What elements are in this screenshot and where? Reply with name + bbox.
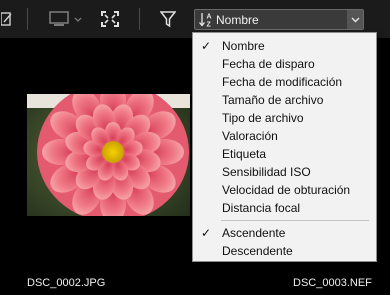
chevron-down-icon[interactable] — [347, 10, 363, 29]
edit-icon[interactable] — [0, 6, 14, 32]
menu-item-tipo-archivo[interactable]: Tipo de archivo — [193, 109, 376, 127]
menu-item-label: Tamaño de archivo — [222, 93, 324, 107]
menu-item-label: Fecha de modificación — [222, 75, 343, 89]
menu-item-fecha-modificacion[interactable]: Fecha de modificación — [193, 73, 376, 91]
fullscreen-icon[interactable] — [98, 6, 122, 32]
menu-item-sensibilidad-iso[interactable]: Sensibilidad ISO — [193, 163, 376, 181]
svg-text:A: A — [207, 14, 212, 21]
menu-item-label: Nombre — [222, 39, 265, 53]
menu-item-etiqueta[interactable]: Etiqueta — [193, 145, 376, 163]
menu-item-label: Tipo de archivo — [222, 111, 304, 125]
menu-item-label: Etiqueta — [222, 147, 267, 161]
menu-item-distancia-focal[interactable]: Distancia focal — [193, 199, 376, 217]
menu-item-tamano-archivo[interactable]: Tamaño de archivo — [193, 91, 376, 109]
checkmark-icon: ✓ — [201, 39, 212, 53]
menu-item-label: Valoración — [222, 129, 278, 143]
menu-item-label: Sensibilidad ISO — [222, 165, 311, 179]
menu-item-fecha-disparo[interactable]: Fecha de disparo — [193, 55, 376, 73]
menu-item-ascendente[interactable]: ✓ Ascendente — [193, 224, 376, 242]
thumbnail-image[interactable] — [27, 94, 190, 216]
sort-combo-value: Nombre — [216, 13, 259, 27]
sort-combo[interactable]: A Z Nombre — [194, 9, 364, 30]
svg-text:Z: Z — [207, 22, 212, 29]
menu-item-label: Descendente — [222, 244, 293, 258]
viewer-window: A Z Nombre DSC_0002.JPG DSC_0003.NEF ✓ N… — [0, 0, 390, 295]
thumbnail-filename: DSC_0003.NEF — [293, 277, 372, 289]
sort-az-icon: A Z — [198, 11, 214, 29]
menu-item-label: Velocidad de obturación — [222, 183, 351, 197]
sort-menu: ✓ Nombre Fecha de disparo Fecha de modif… — [192, 32, 377, 262]
menu-item-label: Ascendente — [222, 226, 286, 240]
menu-item-nombre[interactable]: ✓ Nombre — [193, 37, 376, 55]
toolbar-separator — [139, 8, 140, 30]
menu-item-velocidad-obturacion[interactable]: Velocidad de obturación — [193, 181, 376, 199]
menu-item-descendente[interactable]: Descendente — [193, 242, 376, 260]
menu-separator — [221, 220, 369, 221]
toolbar-separator — [27, 8, 28, 30]
monitor-icon[interactable] — [46, 6, 86, 32]
menu-item-valoracion[interactable]: Valoración — [193, 127, 376, 145]
thumbnail-filename: DSC_0002.JPG — [27, 277, 106, 289]
menu-item-label: Fecha de disparo — [222, 57, 315, 71]
menu-item-label: Distancia focal — [222, 201, 301, 215]
checkmark-icon: ✓ — [201, 226, 212, 240]
filter-icon[interactable] — [158, 6, 178, 32]
